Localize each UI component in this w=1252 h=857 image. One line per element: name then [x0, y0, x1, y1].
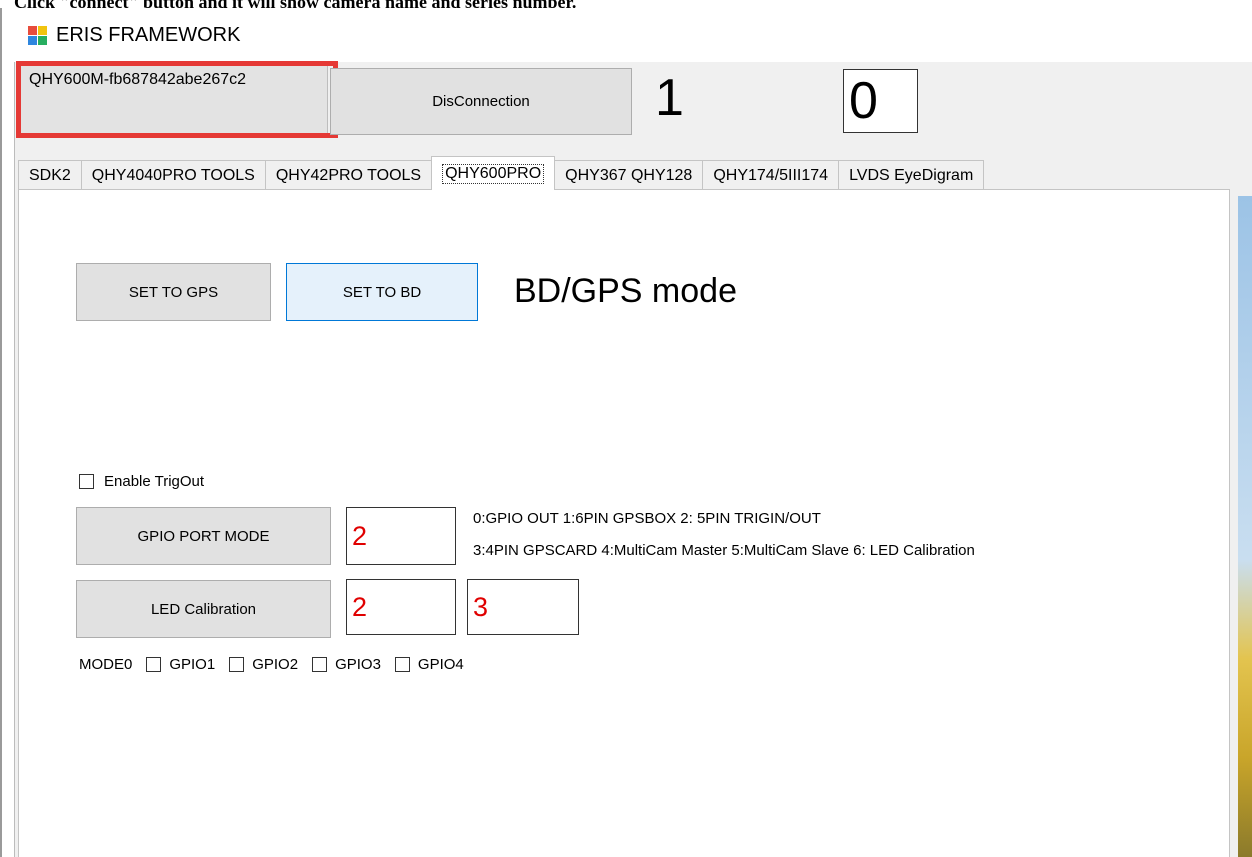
count-box[interactable]: 0	[843, 69, 918, 133]
gpio-port-mode-button[interactable]: GPIO PORT MODE	[76, 507, 331, 565]
tab-qhy174-5iii174[interactable]: QHY174/5III174	[702, 160, 840, 190]
mode-title: BD/GPS mode	[514, 272, 737, 310]
tab-sdk2[interactable]: SDK2	[18, 160, 82, 190]
app-icon	[28, 26, 48, 46]
gpio1-checkbox[interactable]	[146, 657, 162, 672]
background-desktop-image	[1238, 196, 1252, 857]
gpio2-label: GPIO2	[252, 656, 299, 673]
gpio3-checkbox[interactable]	[312, 657, 328, 672]
gpio-help-line2: 3:4PIN GPSCARD 4:MultiCam Master 5:Multi…	[473, 542, 975, 559]
gpio2-option[interactable]: GPIO2	[229, 656, 298, 673]
window-title: ERIS FRAMEWORK	[56, 24, 241, 46]
gpio1-label: GPIO1	[169, 656, 216, 673]
led-value-input-a[interactable]: 2	[346, 579, 456, 635]
tab-qhy600pro[interactable]: QHY600PRO	[431, 156, 556, 190]
gpio4-label: GPIO4	[417, 656, 464, 673]
tab-label: SDK2	[29, 166, 71, 184]
gpio-help-line1: 0:GPIO OUT 1:6PIN GPSBOX 2: 5PIN TRIGIN/…	[473, 510, 821, 527]
led-calibration-button[interactable]: LED Calibration	[76, 580, 331, 638]
tab-label: QHY600PRO	[442, 163, 545, 184]
mode0-label: MODE0	[79, 656, 133, 673]
tab-qhy42pro-tools[interactable]: QHY42PRO TOOLS	[264, 160, 433, 190]
tab-label: QHY174/5III174	[713, 166, 829, 184]
tab-strip: SDK2 QHY4040PRO TOOLS QHY42PRO TOOLS QHY600…	[18, 156, 985, 190]
tab-label: QHY42PRO TOOLS	[275, 166, 422, 184]
gpio-mode-row: MODE0 GPIO1 GPIO2 GPIO3 GPIO4	[79, 656, 464, 673]
set-to-gps-button[interactable]: SET TO GPS	[76, 263, 271, 321]
set-to-bd-button[interactable]: SET TO BD	[286, 263, 478, 321]
led-value-input-b[interactable]: 3	[467, 579, 579, 635]
gpio2-checkbox[interactable]	[229, 657, 245, 672]
enable-trigout-label: Enable TrigOut	[104, 473, 205, 490]
gpio-port-mode-input[interactable]: 2	[346, 507, 456, 565]
background-window-edge	[0, 8, 2, 857]
gpio4-option[interactable]: GPIO4	[394, 656, 464, 673]
tab-label: QHY4040PRO TOOLS	[91, 166, 255, 184]
tab-label: LVDS EyeDigram	[849, 166, 974, 184]
disconnect-button[interactable]: DisConnection	[330, 68, 632, 135]
tab-label: QHY367 QHY128	[565, 166, 693, 184]
tab-lvds-eyedigram[interactable]: LVDS EyeDigram	[838, 160, 985, 190]
tab-qhy367-qhy128[interactable]: QHY367 QHY128	[554, 160, 704, 190]
gpio3-label: GPIO3	[335, 656, 381, 673]
gpio1-option[interactable]: GPIO1	[146, 656, 215, 673]
enable-trigout-checkbox[interactable]	[79, 474, 94, 489]
gpio4-checkbox[interactable]	[394, 657, 410, 672]
enable-trigout-row[interactable]: Enable TrigOut	[79, 473, 204, 490]
gpio3-option[interactable]: GPIO3	[312, 656, 381, 673]
tab-qhy4040pro-tools[interactable]: QHY4040PRO TOOLS	[80, 160, 266, 190]
connected-count: 1	[655, 69, 684, 127]
camera-name-field[interactable]: QHY600M-fb687842abe267c2	[20, 64, 328, 134]
